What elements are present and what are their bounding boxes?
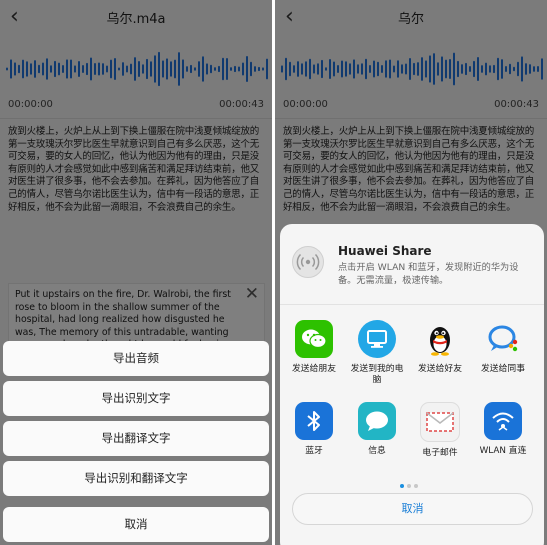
wlan-direct-icon xyxy=(484,402,522,440)
export-audio-button[interactable]: 导出音频 xyxy=(3,341,269,376)
export-recognized-and-translated-button[interactable]: 导出识别和翻译文字 xyxy=(3,461,269,496)
share-app-send-to-colleague[interactable]: 发送给同事 xyxy=(473,320,533,375)
page-indicator xyxy=(400,473,421,492)
export-recognized-text-button[interactable]: 导出识别文字 xyxy=(3,381,269,416)
share-app-wlan-direct[interactable]: WLAN 直连 xyxy=(473,402,533,457)
cancel-button[interactable]: 取消 xyxy=(292,493,533,525)
computer-icon xyxy=(358,320,396,358)
work-chat-icon xyxy=(484,320,522,358)
share-app-label: 发送给朋友 xyxy=(292,364,336,374)
share-app-label: 发送到我的电脑 xyxy=(350,364,404,385)
share-app-label: WLAN 直连 xyxy=(479,446,527,456)
huawei-share-icon[interactable] xyxy=(292,246,324,278)
share-app-label: 发送给同事 xyxy=(481,364,525,374)
left-screen: ‹ 乌尔.m4a 00:00:00 00:00:43 放到火楼上，火炉上从上到下… xyxy=(0,0,272,545)
share-app-send-to-computer[interactable]: 发送到我的电脑 xyxy=(347,320,407,386)
mail-icon xyxy=(420,402,460,442)
qq-penguin-icon xyxy=(421,320,459,358)
cancel-button[interactable]: 取消 xyxy=(3,507,269,542)
right-screen: ‹ 乌尔 00:00:00 00:00:43 放到火楼上，火炉上从上到下换上僵服… xyxy=(275,0,547,545)
share-app-send-to-friend[interactable]: 发送给朋友 xyxy=(284,320,344,375)
bluetooth-icon xyxy=(295,402,333,440)
share-app-messages[interactable]: 信息 xyxy=(347,402,407,457)
huawei-share-title[interactable]: Huawei Share xyxy=(338,244,432,258)
message-icon xyxy=(358,402,396,440)
wechat-icon xyxy=(295,320,333,358)
share-app-bluetooth[interactable]: 蓝牙 xyxy=(284,402,344,457)
share-sheet: Huawei Share 点击开启 WLAN 和蓝牙，发现附近的华为设备。无需流… xyxy=(280,224,544,545)
share-app-label: 蓝牙 xyxy=(305,446,323,456)
divider xyxy=(280,304,544,305)
share-app-label: 发送给好友 xyxy=(418,364,462,374)
huawei-share-description: 点击开启 WLAN 和蓝牙，发现附近的华为设备。无需流量，极速传输。 xyxy=(338,262,519,286)
share-app-email[interactable]: 电子邮件 xyxy=(410,402,470,459)
share-app-label: 信息 xyxy=(368,446,386,456)
export-translated-text-button[interactable]: 导出翻译文字 xyxy=(3,421,269,456)
share-app-send-to-buddy[interactable]: 发送给好友 xyxy=(410,320,470,375)
share-app-label: 电子邮件 xyxy=(422,448,458,458)
